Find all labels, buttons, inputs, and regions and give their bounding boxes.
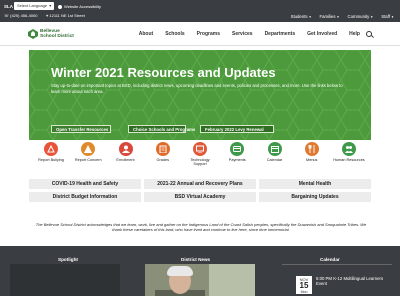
utility-bar: SLA Select Language ▼ Website Accessibil… bbox=[0, 0, 400, 22]
spotlight-image[interactable] bbox=[10, 264, 120, 296]
news-image-hair bbox=[167, 266, 193, 276]
payments-link[interactable]: Payments bbox=[221, 142, 253, 172]
students-menu[interactable]: Students▼ bbox=[291, 14, 312, 19]
human-resources-link[interactable]: Human Resources bbox=[333, 142, 365, 172]
land-acknowledgement: The Bellevue School District acknowledge… bbox=[35, 222, 367, 232]
payments-label: Payments bbox=[228, 158, 246, 162]
address-link[interactable]: ⌖ 12111 NE 1st Street bbox=[46, 13, 85, 18]
menus-link[interactable]: Menus bbox=[296, 142, 328, 172]
event-date-badge: NOV 15 Mon bbox=[296, 276, 312, 294]
language-select[interactable]: Select Language ▼ bbox=[14, 2, 54, 10]
site-header: Bellevue School District About Schools P… bbox=[0, 22, 400, 46]
quick-links-grid: COVID-19 Health and Safety 2021-22 Annua… bbox=[29, 179, 371, 205]
menus-icon bbox=[304, 142, 319, 156]
calendar-event[interactable]: NOV 15 Mon 5:00 PM K-12 Multilingual Lea… bbox=[286, 266, 394, 296]
community-menu[interactable]: Community▼ bbox=[348, 14, 374, 19]
human-resources-icon bbox=[342, 142, 356, 156]
mental-health-link[interactable]: Mental Health bbox=[259, 179, 371, 189]
grades-label: Grades bbox=[156, 158, 169, 162]
grades-icon bbox=[155, 142, 170, 156]
event-title[interactable]: 5:00 PM K-12 Multilingual Learners Event bbox=[316, 276, 386, 286]
spotlight-title: Spotlight bbox=[58, 257, 78, 262]
news-image[interactable] bbox=[145, 264, 255, 296]
report-concern-label: Report Concern bbox=[74, 158, 102, 162]
news-title: District News bbox=[181, 257, 211, 262]
budget-info-link[interactable]: District Budget Information bbox=[29, 192, 141, 202]
technology-support-label: Technology Support bbox=[190, 158, 210, 166]
menus-label: Menus bbox=[306, 158, 318, 162]
report-concern-link[interactable]: Report Concern bbox=[72, 142, 104, 172]
nav-get-involved[interactable]: Get Involved bbox=[307, 31, 337, 37]
hero-text: Stay up-to-date on important topics at B… bbox=[51, 83, 343, 94]
grades-link[interactable]: Grades bbox=[147, 142, 179, 172]
divider bbox=[282, 264, 392, 265]
technology-support-link[interactable]: Technology Support bbox=[184, 142, 216, 172]
hero-banner: Winter 2021 Resources and Updates Stay u… bbox=[29, 50, 371, 140]
report-bullying-icon bbox=[44, 142, 58, 156]
bargaining-updates-link[interactable]: Bargaining Updates bbox=[259, 192, 371, 202]
calendar-link[interactable]: Calendar bbox=[259, 142, 291, 172]
sla-label: SLA bbox=[4, 4, 13, 9]
language-select-value: Select Language bbox=[17, 3, 48, 8]
search-icon[interactable] bbox=[366, 31, 372, 37]
district-name[interactable]: Bellevue School District bbox=[40, 29, 74, 39]
logo-line2: School District bbox=[40, 34, 74, 39]
human-resources-label: Human Resources bbox=[333, 158, 365, 162]
quick-icon-row: Report Bullying Report Concern Enrollment G… bbox=[29, 142, 371, 172]
accessibility-icon bbox=[58, 4, 62, 9]
levy-renewal-button[interactable]: February 2022 Levy Renewal bbox=[200, 125, 274, 133]
staff-menu[interactable]: Staff▼ bbox=[381, 14, 394, 19]
payments-icon bbox=[230, 142, 245, 156]
virtual-academy-link[interactable]: BSD Virtual Academy bbox=[144, 192, 256, 202]
nav-services[interactable]: Services bbox=[232, 31, 253, 37]
nav-programs[interactable]: Programs bbox=[197, 31, 220, 37]
calendar-title: Calendar bbox=[320, 257, 340, 262]
address-text: 12111 NE 1st Street bbox=[49, 13, 85, 18]
accessibility-label: Website Accessibility bbox=[64, 4, 102, 9]
event-weekday: Mon bbox=[300, 290, 308, 294]
nav-schools[interactable]: Schools bbox=[165, 31, 184, 37]
accessibility-link[interactable]: Website Accessibility bbox=[58, 4, 101, 9]
district-logo-icon[interactable] bbox=[28, 29, 38, 39]
enrollment-link[interactable]: Enrollment bbox=[110, 142, 142, 172]
nav-help[interactable]: Help bbox=[349, 31, 360, 37]
technology-support-icon bbox=[193, 142, 207, 156]
open-transfer-button[interactable]: Open Transfer Resources bbox=[51, 125, 111, 133]
calendar-label: Calendar bbox=[266, 158, 283, 162]
covid-health-link[interactable]: COVID-19 Health and Safety bbox=[29, 179, 141, 189]
enrollment-label: Enrollment bbox=[116, 158, 135, 162]
families-menu[interactable]: Families▼ bbox=[320, 14, 340, 19]
phone-number: (425) 456-4000 bbox=[10, 13, 38, 18]
calendar-icon bbox=[267, 142, 282, 156]
main-nav: About Schools Programs Services Departme… bbox=[139, 31, 360, 37]
event-day: 15 bbox=[299, 281, 309, 290]
report-bullying-link[interactable]: Report Bullying bbox=[35, 142, 67, 172]
nav-about[interactable]: About bbox=[139, 31, 153, 37]
choice-schools-button[interactable]: Choice Schools and Programs bbox=[128, 125, 195, 133]
annual-recovery-link[interactable]: 2021-22 Annual and Recovery Plans bbox=[144, 179, 256, 189]
report-bullying-label: Report Bullying bbox=[38, 158, 64, 162]
report-concern-icon bbox=[81, 142, 96, 156]
phone-link[interactable]: ☏ (425) 456-4000 bbox=[4, 13, 37, 18]
enrollment-icon bbox=[118, 142, 133, 156]
nav-departments[interactable]: Departments bbox=[265, 31, 296, 37]
news-image-background bbox=[209, 264, 255, 296]
chevron-down-icon: ▼ bbox=[48, 4, 52, 8]
audience-links: Students▼ Families▼ Community▼ Staff▼ bbox=[291, 14, 394, 19]
hero-title: Winter 2021 Resources and Updates bbox=[51, 65, 276, 80]
